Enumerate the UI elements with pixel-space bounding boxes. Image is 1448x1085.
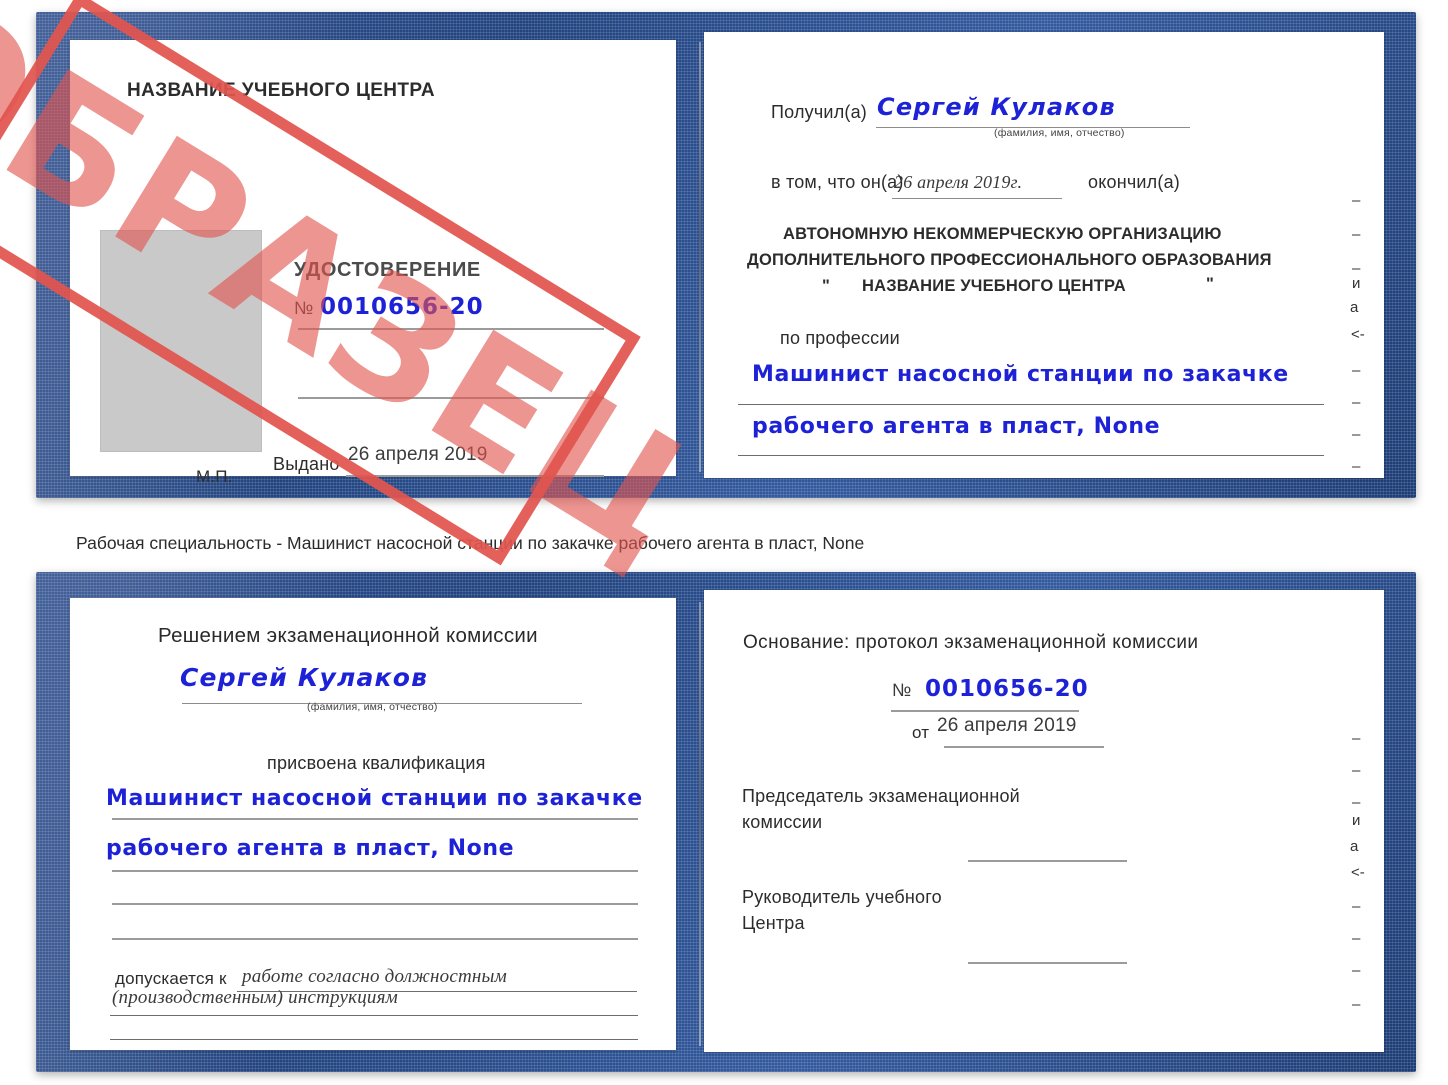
certificate-number-value: 0010656-20 [320, 294, 484, 320]
edge-fragment: <- [1351, 864, 1365, 881]
edge-fragment: – [1352, 930, 1361, 947]
organization-quote-close: " [1206, 275, 1215, 293]
edge-fragment: и [1352, 275, 1361, 292]
qualification-rule-1 [112, 818, 638, 820]
that-he-label: в том, что он(а) [771, 172, 904, 192]
blank-rule-1 [298, 397, 604, 399]
edge-fragment: – [1352, 226, 1361, 243]
qualification-rule-4 [112, 938, 638, 940]
qualification-rule-2 [112, 870, 638, 872]
certificate-title: УДОСТОВЕРЕНИЕ [294, 259, 481, 281]
edge-fragment: – [1352, 762, 1361, 779]
commission-decision-heading: Решением экзаменационной комиссии [158, 624, 538, 647]
chairman-label-line-1: Председатель экзаменационной [742, 786, 1020, 806]
edge-fragment: – [1352, 192, 1361, 209]
profession-value-line-2: рабочего агента в пласт, None [752, 414, 1161, 439]
chairman-signature-rule [968, 860, 1127, 862]
certificate-2-cover: Решением экзаменационной комиссии Сергей… [36, 572, 1416, 1072]
allowed-value-line-2: (производственным) инструкциям [112, 987, 398, 1008]
edge-fragment: а [1350, 838, 1359, 855]
edge-fragment: <- [1351, 326, 1365, 343]
edge-fragment: – [1352, 362, 1361, 379]
edge-fragment: – [1352, 458, 1361, 475]
profession-label: по профессии [780, 328, 900, 348]
page-caption: Рабочая специальность - Машинист насосно… [76, 533, 865, 553]
certificate-1-left-page: НАЗВАНИЕ УЧЕБНОГО ЦЕНТРА УДОСТОВЕРЕНИЕ №… [70, 40, 676, 486]
issued-value: 26 апреля 2019 [348, 444, 488, 465]
photo-placeholder [100, 230, 262, 452]
allowed-rule-2 [110, 1015, 638, 1016]
basis-label: Основание: протокол экзаменационной коми… [743, 632, 1199, 653]
finished-label: окончил(а) [1088, 172, 1180, 192]
organization-line-1: АВТОНОМНУЮ НЕКОММЕРЧЕСКУЮ ОРГАНИЗАЦИЮ [783, 225, 1222, 243]
training-center-name-heading: НАЗВАНИЕ УЧЕБНОГО ЦЕНТРА [127, 80, 435, 101]
head-signature-rule [968, 962, 1127, 964]
chairman-label-line-2: комиссии [742, 812, 823, 832]
allowed-value-line-1: работе согласно должностным [242, 966, 507, 987]
profession-rule-1 [738, 404, 1324, 405]
edge-fragment: – [1352, 996, 1361, 1013]
certificate-1-cover: НАЗВАНИЕ УЧЕБНОГО ЦЕНТРА УДОСТОВЕРЕНИЕ №… [36, 12, 1416, 498]
protocol-number-rule [891, 710, 1079, 712]
student-name-value: Сергей Кулаков [180, 663, 429, 692]
certificate-number-symbol: № [294, 298, 314, 318]
received-name-value: Сергей Кулаков [877, 93, 1116, 121]
edge-fragment: и [1352, 812, 1361, 829]
head-label-line-2: Центра [742, 913, 805, 933]
seal-label: М.П. [196, 467, 233, 486]
protocol-date-label: от [912, 723, 930, 742]
edge-fragment: – [1352, 730, 1361, 747]
received-label: Получил(а) [771, 102, 867, 122]
received-name-hint: (фамилия, имя, отчество) [994, 127, 1125, 139]
edge-fragment: – [1352, 898, 1361, 915]
protocol-date-rule [944, 746, 1104, 748]
organization-line-2: ДОПОЛНИТЕЛЬНОГО ПРОФЕССИОНАЛЬНОГО ОБРАЗО… [747, 251, 1272, 269]
head-label-line-1: Руководитель учебного [742, 887, 942, 907]
edge-fragment: – [1352, 426, 1361, 443]
organization-line-3: НАЗВАНИЕ УЧЕБНОГО ЦЕНТРА [862, 277, 1126, 295]
certificate-2-left-page: Решением экзаменационной комиссии Сергей… [70, 598, 676, 1050]
profession-rule-2 [738, 455, 1324, 456]
qualification-value-line-2: рабочего агента в пласт, None [106, 836, 515, 861]
issued-rule [346, 475, 604, 477]
qualification-value-line-1: Машинист насосной станции по закачке [106, 786, 643, 811]
certificate-2-right-page: Основание: протокол экзаменационной коми… [704, 590, 1384, 1052]
organization-quote-open: " [822, 277, 831, 295]
certificate-2-spine-gutter [699, 602, 701, 1046]
student-name-hint: (фамилия, имя, отчество) [307, 701, 438, 713]
qualification-rule-3 [112, 903, 638, 905]
completion-date-rule [892, 198, 1062, 199]
certificate-number-rule [298, 328, 604, 330]
certificate-1-right-page: Получил(а) Сергей Кулаков (фамилия, имя,… [704, 32, 1384, 478]
edge-fragment: – [1352, 794, 1361, 811]
edge-fragment: а [1350, 299, 1359, 316]
profession-value-line-1: Машинист насосной станции по закачке [752, 362, 1289, 387]
protocol-number-symbol: № [892, 680, 912, 700]
protocol-date-value: 26 апреля 2019 [937, 715, 1077, 736]
completion-date-value: 26 апреля 2019г. [894, 172, 1023, 192]
certificate-1-spine-gutter [699, 42, 701, 472]
issued-label: Выдано [273, 454, 340, 474]
edge-fragment: – [1352, 962, 1361, 979]
allowed-label: допускается к [115, 969, 227, 988]
protocol-number-value: 0010656-20 [925, 676, 1089, 702]
qualification-label: присвоена квалификация [267, 753, 486, 773]
edge-fragment: – [1352, 394, 1361, 411]
allowed-rule-3 [110, 1039, 638, 1040]
